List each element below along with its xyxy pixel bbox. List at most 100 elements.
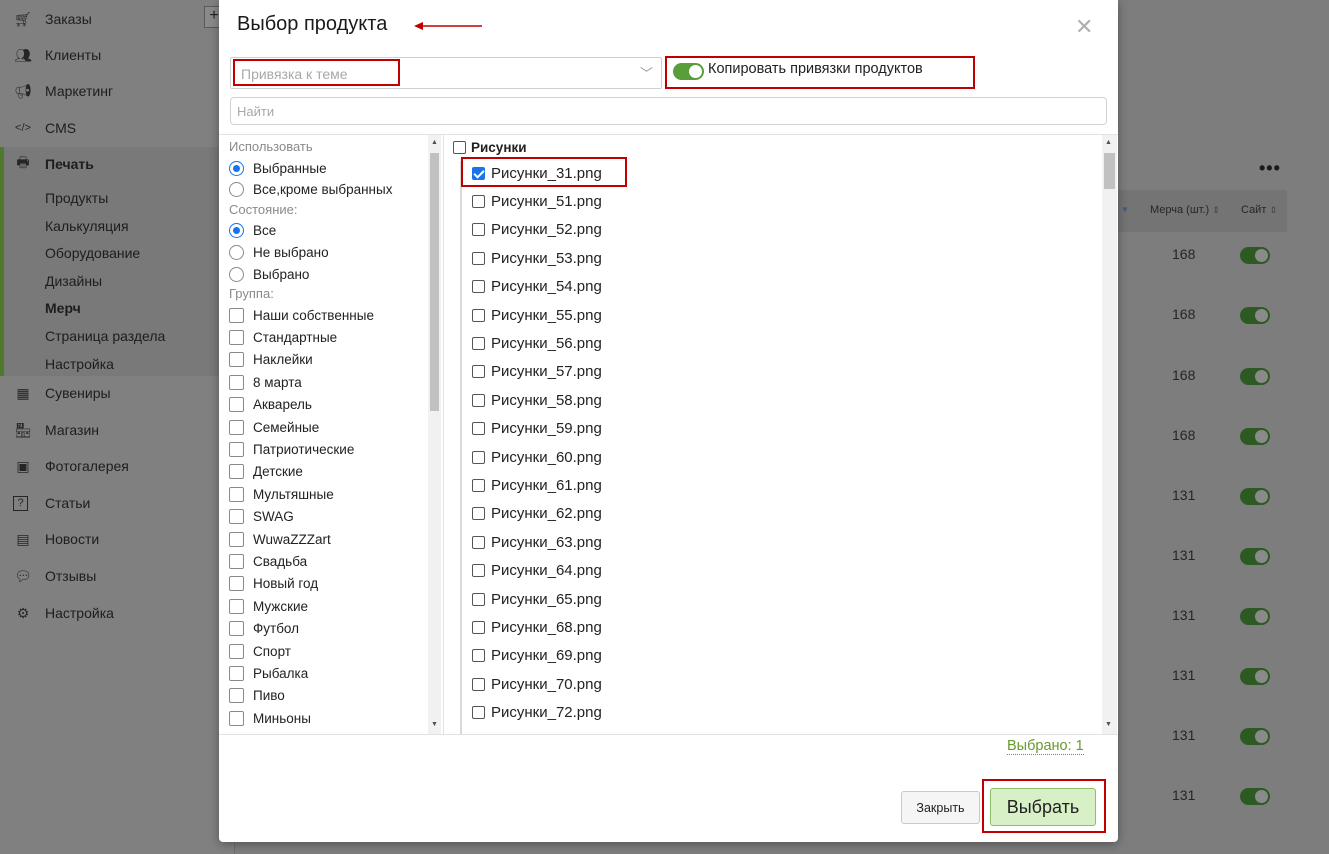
product-list-item[interactable]: Рисунки_57.png — [472, 362, 602, 382]
product-list-item[interactable]: Рисунки_65.png — [472, 589, 602, 609]
product-list-item[interactable]: Рисунки_64.png — [472, 561, 602, 581]
filter-radio-option[interactable]: Все,кроме выбранных — [229, 180, 392, 198]
site-visibility-toggle[interactable] — [1240, 668, 1270, 685]
filter-group-checkbox[interactable]: Рыбалка — [229, 664, 308, 682]
checkbox[interactable] — [229, 509, 244, 525]
checkbox[interactable] — [229, 352, 244, 368]
filter-group-checkbox[interactable]: 8 марта — [229, 373, 302, 391]
site-visibility-toggle[interactable] — [1240, 247, 1270, 264]
filter-group-checkbox[interactable]: Наши собственные — [229, 306, 374, 324]
filter-radio-option[interactable]: Все — [229, 221, 276, 239]
product-list-item[interactable]: Рисунки_68.png — [472, 617, 602, 637]
column-header-merch[interactable]: Мерча (шт.) ⇕ — [1150, 204, 1220, 216]
filter-radio-option[interactable]: Не выбрано — [229, 243, 329, 261]
scroll-up-icon[interactable]: ▲ — [431, 139, 438, 146]
sidebar-item-4[interactable]: 🖶 Печать — [0, 149, 235, 179]
submenu-item[interactable]: Мерч — [45, 300, 81, 316]
product-checkbox[interactable] — [472, 450, 485, 464]
sidebar-item-8[interactable]: ? Статьи — [0, 488, 235, 518]
checkbox[interactable] — [229, 688, 244, 704]
radio-button[interactable] — [229, 266, 244, 282]
filter-group-checkbox[interactable]: Миньоны — [229, 709, 311, 727]
site-visibility-toggle[interactable] — [1240, 428, 1270, 445]
sidebar-item-7[interactable]: ▣ Фотогалерея — [0, 451, 235, 481]
product-list-item[interactable]: Рисунки_63.png — [472, 532, 602, 552]
filter-group-checkbox[interactable]: Спорт — [229, 642, 291, 660]
checkbox[interactable] — [229, 531, 244, 547]
checkbox[interactable] — [229, 576, 244, 592]
sidebar-item-10[interactable]: 💬︎ Отзывы — [0, 561, 235, 591]
product-checkbox[interactable] — [472, 223, 485, 237]
radio-button[interactable] — [229, 244, 244, 260]
selected-count-link[interactable]: Выбрано: 1 — [1007, 738, 1084, 755]
submenu-item[interactable]: Настройка — [45, 356, 114, 372]
product-list-item[interactable]: Рисунки_62.png — [472, 504, 602, 524]
column-header-site[interactable]: Сайт ⇕ — [1241, 204, 1277, 216]
radio-button[interactable] — [229, 160, 244, 176]
checkbox[interactable] — [229, 419, 244, 435]
checkbox[interactable] — [229, 464, 244, 480]
filter-group-checkbox[interactable]: Футбол — [229, 620, 299, 638]
filter-group-checkbox[interactable]: Мультяшные — [229, 485, 334, 503]
product-checkbox[interactable] — [472, 592, 485, 606]
product-checkbox[interactable] — [472, 422, 485, 436]
product-list-item[interactable]: Рисунки_59.png — [472, 419, 602, 439]
sidebar-item-2[interactable]: 📢︎ Маркетинг — [0, 76, 235, 106]
product-list-item[interactable]: Рисунки_55.png — [472, 305, 602, 325]
product-checkbox[interactable] — [472, 365, 485, 379]
checkbox[interactable] — [229, 486, 244, 502]
submenu-item[interactable]: Страница раздела — [45, 328, 165, 344]
sidebar-item-11[interactable]: ⚙ Настройка — [0, 598, 235, 628]
sidebar-item-1[interactable]: 👥︎ Клиенты — [0, 40, 235, 70]
sidebar-item-6[interactable]: 🏪︎ Магазин — [0, 415, 235, 445]
product-list-item[interactable]: Рисунки_58.png — [472, 390, 602, 410]
sidebar-item-0[interactable]: 🛒︎ Заказы — [0, 4, 235, 34]
site-visibility-toggle[interactable] — [1240, 488, 1270, 505]
product-checkbox[interactable] — [472, 280, 485, 294]
submenu-item[interactable]: Дизайны — [45, 273, 102, 289]
product-list-item[interactable]: Рисунки_52.png — [472, 220, 602, 240]
scroll-down-icon[interactable]: ▼ — [431, 721, 438, 728]
filter-group-checkbox[interactable]: Акварель — [229, 396, 312, 414]
filter-group-checkbox[interactable]: Мужские — [229, 597, 308, 615]
product-checkbox[interactable] — [472, 620, 485, 634]
search-input[interactable] — [230, 97, 1107, 125]
checkbox[interactable] — [229, 710, 244, 726]
site-visibility-toggle[interactable] — [1240, 548, 1270, 565]
group-checkbox[interactable] — [453, 141, 466, 154]
product-list-item[interactable]: Рисунки_60.png — [472, 447, 602, 467]
sidebar-item-5[interactable]: ▦ Сувениры — [0, 378, 235, 408]
checkbox[interactable] — [229, 441, 244, 457]
checkbox[interactable] — [229, 329, 244, 345]
products-scroll-thumb[interactable] — [1104, 153, 1115, 189]
product-checkbox[interactable] — [472, 507, 485, 521]
product-list-item[interactable]: Рисунки_53.png — [472, 248, 602, 268]
filter-radio-option[interactable]: Выбранные — [229, 159, 327, 177]
product-list-item[interactable]: Рисунки_70.png — [472, 674, 602, 694]
filter-group-checkbox[interactable]: Патриотические — [229, 440, 354, 458]
scroll-up-icon[interactable]: ▲ — [1105, 139, 1112, 146]
filter-group-checkbox[interactable]: Свадьба — [229, 552, 307, 570]
checkbox[interactable] — [229, 397, 244, 413]
product-list-item[interactable]: Рисунки_56.png — [472, 333, 602, 353]
filter-group-checkbox[interactable]: Стандартные — [229, 328, 337, 346]
product-list-item[interactable]: Рисунки_54.png — [472, 277, 602, 297]
site-visibility-toggle[interactable] — [1240, 728, 1270, 745]
product-checkbox[interactable] — [472, 677, 485, 691]
filter-group-checkbox[interactable]: Семейные — [229, 418, 319, 436]
more-options-icon[interactable]: ••• — [1259, 158, 1281, 179]
checkbox[interactable] — [229, 553, 244, 569]
product-group-header[interactable]: Рисунки — [453, 140, 527, 155]
product-checkbox[interactable] — [472, 564, 485, 578]
filters-scrollbar[interactable]: ▲ ▼ — [428, 135, 441, 734]
product-list-item[interactable]: Рисунки_72.png — [472, 703, 602, 723]
checkbox[interactable] — [229, 665, 244, 681]
site-visibility-toggle[interactable] — [1240, 368, 1270, 385]
product-checkbox[interactable] — [472, 535, 485, 549]
checkbox[interactable] — [229, 374, 244, 390]
product-list-item[interactable]: Рисунки_61.png — [472, 475, 602, 495]
filter-group-checkbox[interactable]: WuwaZZZart — [229, 530, 331, 548]
products-scrollbar[interactable]: ▲ ▼ — [1102, 135, 1117, 734]
filter-radio-option[interactable]: Выбрано — [229, 265, 309, 283]
site-visibility-toggle[interactable] — [1240, 608, 1270, 625]
